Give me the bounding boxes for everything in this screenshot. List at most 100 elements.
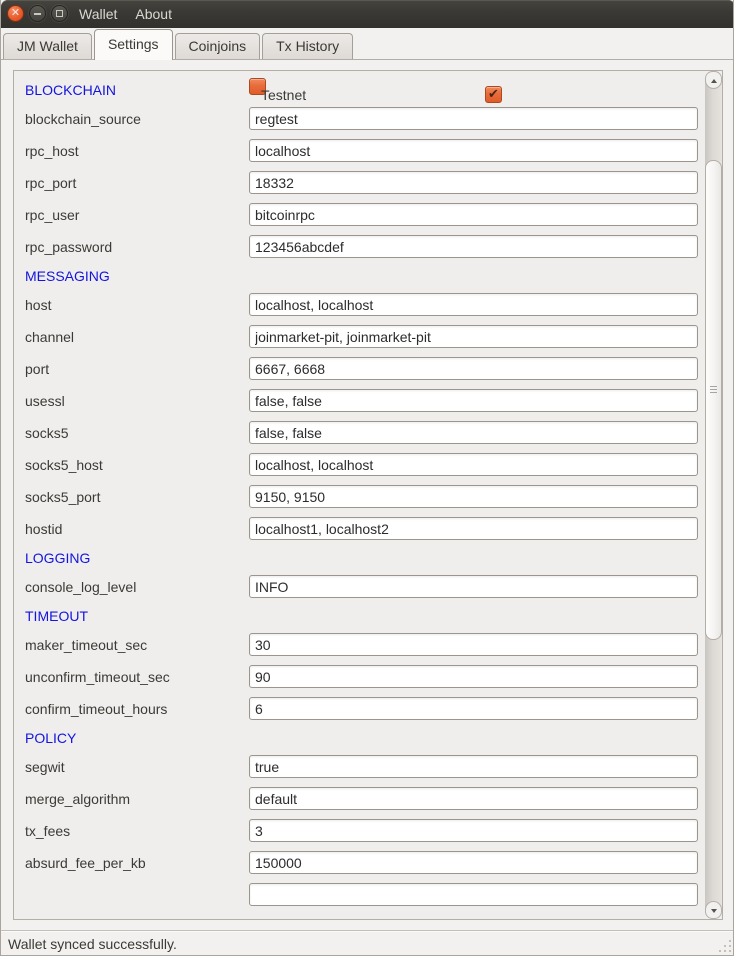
rpc-port-input[interactable] (249, 171, 698, 194)
field-label-channel: channel (25, 329, 74, 345)
tab-tx-history[interactable]: Tx History (262, 33, 353, 59)
settings-form: BLOCKCHAINblockchain_sourceTestnet✔rpc_h… (14, 71, 705, 911)
socks5-input[interactable] (249, 421, 698, 444)
field-label-host: host (25, 297, 51, 313)
field-label-merge-algorithm: merge_algorithm (25, 791, 130, 807)
settings-row: tx_fees (14, 815, 705, 847)
settings-scroll-area: BLOCKCHAINblockchain_sourceTestnet✔rpc_h… (13, 70, 723, 920)
field-label-port: port (25, 361, 49, 377)
field-label-tx-fees: tx_fees (25, 823, 70, 839)
settings-row: host (14, 289, 705, 321)
confirm-timeout-hours-input[interactable] (249, 697, 698, 720)
settings-row: channel (14, 321, 705, 353)
maker-timeout-sec-input[interactable] (249, 633, 698, 656)
settings-row: confirm_timeout_hours (14, 693, 705, 725)
settings-row: BLOCKCHAIN (14, 77, 705, 103)
maximize-button[interactable] (51, 5, 68, 22)
settings-row: rpc_password (14, 231, 705, 263)
menu-bar: Wallet About (73, 0, 178, 28)
resize-grip[interactable] (718, 939, 732, 953)
blockchain-source-input[interactable] (249, 107, 698, 130)
usessl-input[interactable] (249, 389, 698, 412)
socks5-port-input[interactable] (249, 485, 698, 508)
absurd-fee-per-kb-input[interactable] (249, 851, 698, 874)
status-bar: Wallet synced successfully. (1, 930, 734, 956)
socks5-host-input[interactable] (249, 453, 698, 476)
segwit-input[interactable] (249, 755, 698, 778)
unconfirm-timeout-sec-input[interactable] (249, 665, 698, 688)
field-label-socks5-port: socks5_port (25, 489, 100, 505)
settings-row: rpc_port (14, 167, 705, 199)
rpc-user-input[interactable] (249, 203, 698, 226)
settings-row: merge_algorithm (14, 783, 705, 815)
field-label-rpc-password: rpc_password (25, 239, 112, 255)
hostid-input[interactable] (249, 517, 698, 540)
minimize-icon (34, 13, 41, 15)
menu-wallet[interactable]: Wallet (73, 3, 123, 25)
settings-row: port (14, 353, 705, 385)
field-label-hostid: hostid (25, 521, 62, 537)
rpc-password-input[interactable] (249, 235, 698, 258)
merge-algorithm-input[interactable] (249, 787, 698, 810)
settings-row: Testnet✔ (249, 78, 266, 95)
settings-row (14, 879, 705, 911)
field-label-rpc-port: rpc_port (25, 175, 76, 191)
clipped-input[interactable] (249, 883, 698, 906)
field-label-socks5: socks5 (25, 425, 69, 441)
field-label-rpc-user: rpc_user (25, 207, 79, 223)
app-window: ✕ Wallet About JM WalletSettingsCoinjoins… (0, 0, 734, 956)
field-label-maker-timeout-sec: maker_timeout_sec (25, 637, 147, 653)
port-input[interactable] (249, 357, 698, 380)
settings-row: unconfirm_timeout_sec (14, 661, 705, 693)
channel-input[interactable] (249, 325, 698, 348)
close-button[interactable]: ✕ (7, 5, 24, 22)
settings-row: POLICY (14, 725, 705, 751)
tab-coinjoins[interactable]: Coinjoins (175, 33, 261, 59)
settings-row: blockchain_source (14, 103, 705, 135)
section-header-policy: POLICY (25, 730, 76, 746)
settings-row: rpc_user (14, 199, 705, 231)
scrollbar-grip-icon (710, 386, 717, 395)
host-input[interactable] (249, 293, 698, 316)
field-label-rpc-host: rpc_host (25, 143, 79, 159)
section-header-logging: LOGGING (25, 550, 90, 566)
tx-fees-input[interactable] (249, 819, 698, 842)
settings-row: LOGGING (14, 545, 705, 571)
settings-row: socks5_port (14, 481, 705, 513)
vertical-scrollbar[interactable] (705, 71, 722, 919)
field-label-segwit: segwit (25, 759, 65, 775)
settings-row: maker_timeout_sec (14, 629, 705, 661)
settings-row: absurd_fee_per_kb (14, 847, 705, 879)
settings-row: segwit (14, 751, 705, 783)
scroll-up-button[interactable] (705, 71, 722, 89)
testnet-checkbox[interactable]: ✔ (485, 86, 502, 103)
field-label-absurd-fee-per-kb: absurd_fee_per_kb (25, 855, 146, 871)
arrow-up-icon (711, 79, 717, 83)
settings-row: hostid (14, 513, 705, 545)
settings-row: console_log_level (14, 571, 705, 603)
section-header-blockchain: BLOCKCHAIN (25, 82, 116, 98)
tab-settings[interactable]: Settings (94, 29, 173, 60)
field-label-testnet: Testnet (261, 87, 306, 103)
field-label-confirm-timeout-hours: confirm_timeout_hours (25, 701, 167, 717)
tab-bar: JM WalletSettingsCoinjoinsTx History (1, 28, 734, 60)
settings-row: socks5_host (14, 449, 705, 481)
close-icon: ✕ (8, 6, 23, 21)
status-message: Wallet synced successfully. (8, 936, 177, 952)
settings-row: MESSAGING (14, 263, 705, 289)
menu-about[interactable]: About (129, 3, 178, 25)
scroll-down-button[interactable] (705, 901, 722, 919)
scrollbar-thumb[interactable] (705, 160, 722, 640)
settings-row: usessl (14, 385, 705, 417)
console-log-level-input[interactable] (249, 575, 698, 598)
arrow-down-icon (711, 909, 717, 913)
rpc-host-input[interactable] (249, 139, 698, 162)
title-bar: ✕ Wallet About (1, 0, 734, 28)
section-header-timeout: TIMEOUT (25, 608, 88, 624)
field-label-socks5-host: socks5_host (25, 457, 103, 473)
settings-row: rpc_host (14, 135, 705, 167)
tab-jm-wallet[interactable]: JM Wallet (3, 33, 92, 59)
field-label-unconfirm-timeout-sec: unconfirm_timeout_sec (25, 669, 170, 685)
field-label-usessl: usessl (25, 393, 65, 409)
minimize-button[interactable] (29, 5, 46, 22)
